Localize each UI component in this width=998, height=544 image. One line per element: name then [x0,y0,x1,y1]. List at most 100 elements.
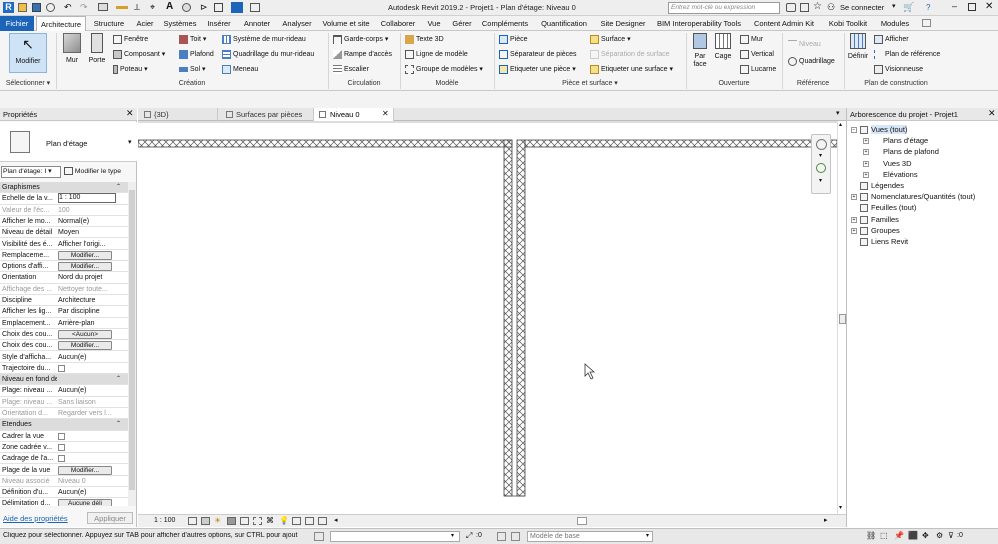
sun-path-icon[interactable]: ☀ [214,516,221,525]
mullion-button[interactable]: Meneau [222,64,258,76]
tab-file[interactable]: Fichier [0,16,34,31]
detail-level-icon[interactable] [188,517,197,525]
property-value[interactable]: Afficher l'origi... [58,239,116,250]
wall-button[interactable]: Mur [60,33,84,64]
scroll-down-icon[interactable]: ▾ [839,504,842,511]
zoom-dropdown-icon[interactable]: ▾ [819,177,822,184]
tab-steel[interactable]: Acier [132,16,158,31]
property-edit-button[interactable]: Modifier... [58,341,112,351]
ramp-button[interactable]: Rampe d'accès [333,49,392,61]
switch-windows-icon[interactable] [231,2,243,13]
property-row[interactable]: Choix des cou... <Aucun> [0,329,128,341]
shaft-button[interactable]: Cage [712,33,734,60]
tab-insert[interactable]: Insérer [202,16,236,31]
property-edit-button[interactable]: <Aucun> [58,329,112,339]
wall-left-vertical[interactable] [503,139,513,497]
user-icon[interactable]: ⚇ [827,2,835,13]
customize-qat-icon[interactable] [250,3,260,12]
workset-dropdown-icon[interactable]: ▾ [451,532,454,539]
vertical-opening-button[interactable]: Vertical [740,49,774,61]
show-crop-icon[interactable] [253,517,262,525]
collapse-section-icon[interactable]: ⌃ [116,419,121,430]
workset-dropdown[interactable] [330,531,460,542]
tab-modules[interactable]: Modules [876,16,914,31]
property-row[interactable]: Emplacement... Arrière-plan [0,318,128,329]
tag-room-button[interactable]: Etiqueter une pièce ▾ [499,64,576,76]
minimize-button[interactable]: – [952,1,957,11]
view-scale-input[interactable]: 1 : 100 [58,193,116,204]
property-row[interactable]: Style d'afficha... Aucun(e) [0,352,128,363]
curtain-grid-button[interactable]: Quadrillage du mur-rideau [222,49,314,61]
property-row[interactable]: Afficher les lig... Par discipline [0,306,128,318]
property-row[interactable]: Plage: niveau ... Sans liaison [0,397,128,408]
properties-scrollbar[interactable] [128,182,136,506]
close-view-tab-icon[interactable]: ✕ [382,109,389,118]
edit-type-button[interactable]: Modifier le type [64,166,134,178]
tab-view[interactable]: Vue [422,16,446,31]
expand-icon[interactable]: + [863,138,869,145]
property-row[interactable]: Orientation d... Regarder vers l... [0,408,128,420]
view-scale[interactable]: 1 : 100 [154,517,175,524]
crop-view-icon[interactable] [240,517,249,525]
help-properties-link[interactable]: Aide des propriétés [3,514,68,523]
property-value[interactable]: Aucun(e) [58,352,116,363]
property-value[interactable]: Modifier... [58,261,116,272]
property-row[interactable]: Trajectoire du... [0,363,128,375]
browser-item[interactable]: Liens Revit [851,236,908,247]
property-value[interactable]: Nettoyer toute... [58,284,116,295]
design-option-dropdown[interactable]: Modèle de base [527,531,653,542]
design-option-dropdown-icon[interactable]: ▾ [646,532,649,539]
shadows-icon[interactable] [227,517,236,525]
drawing-area[interactable]: ▾ ▾ [137,121,838,514]
tab-bim-interop[interactable]: BIM Interoperability Tools [652,16,746,31]
property-value[interactable]: Aucun(e) [58,385,116,396]
door-button[interactable]: Porte [86,33,108,64]
model-text-button[interactable]: Texte 3D [405,34,444,46]
sync-icon[interactable] [46,3,55,12]
zoom-region-icon[interactable] [816,163,826,173]
browser-item[interactable]: Légendes [851,180,904,191]
tab-site-designer[interactable]: Site Designer [596,16,650,31]
steering-wheel-icon[interactable] [816,139,827,150]
nav-dropdown-icon[interactable]: ▾ [819,152,822,159]
binoculars-icon[interactable] [786,3,796,12]
browser-item[interactable]: + Groupes [851,225,900,236]
modify-button[interactable]: ↖ Modifier [9,33,47,73]
property-value[interactable]: Modifier... [58,250,116,261]
property-checkbox[interactable] [58,455,65,463]
undo-icon[interactable]: ↶ [64,3,72,12]
browser-item[interactable]: − Vues (tout) [851,124,908,135]
property-row[interactable]: Cadrage de l'a... [0,453,128,465]
dormer-button[interactable]: Lucarne [740,64,776,76]
property-value[interactable]: Sans liaison [58,397,116,408]
reveal-hidden-icon[interactable]: 💡 [279,516,289,525]
property-row[interactable]: Plage: niveau ... Aucun(e) [0,385,128,397]
view-tab-dropdown-icon[interactable]: ▾ [836,109,840,117]
level-button[interactable]: Niveau [788,39,821,51]
property-row[interactable]: Délimitation d... Aucune déli [0,498,128,506]
close-button[interactable]: ✕ [985,1,993,12]
component-button[interactable]: Composant ▾ [113,49,165,61]
show-workplane-button[interactable]: Afficher [874,34,909,46]
property-row[interactable]: Niveau de détail Moyen [0,227,128,239]
property-row[interactable]: Plage de la vue Modifier... [0,465,128,476]
sign-in-button[interactable]: Se connecter [840,3,884,12]
curtain-system-button[interactable]: Système de mur-rideau [222,34,306,46]
star-icon[interactable]: ☆ [813,1,822,12]
property-value[interactable]: Aucun(e) [58,487,116,498]
open-icon[interactable] [18,3,27,12]
property-checkbox[interactable] [58,364,65,372]
tab-analyze[interactable]: Analyser [278,16,316,31]
tab-quantification[interactable]: Quantification [534,16,594,31]
property-edit-button[interactable]: Modifier... [58,465,112,475]
reference-plane-button[interactable]: Plan de référence [874,49,940,61]
expand-icon[interactable]: + [863,171,869,178]
property-value[interactable]: 100 [58,205,116,216]
wall-left-horizontal[interactable] [137,139,513,148]
scroll-up-icon[interactable]: ▴ [839,121,842,128]
property-checkbox[interactable] [58,443,65,451]
property-section-header[interactable]: Graphismes ⌃ [0,182,128,194]
property-row[interactable]: Visibilité des é... Afficher l'origi... [0,239,128,250]
tab-content-admin[interactable]: Content Admin Kit [748,16,820,31]
temp-hide-icon[interactable]: ⌘ [266,516,274,525]
